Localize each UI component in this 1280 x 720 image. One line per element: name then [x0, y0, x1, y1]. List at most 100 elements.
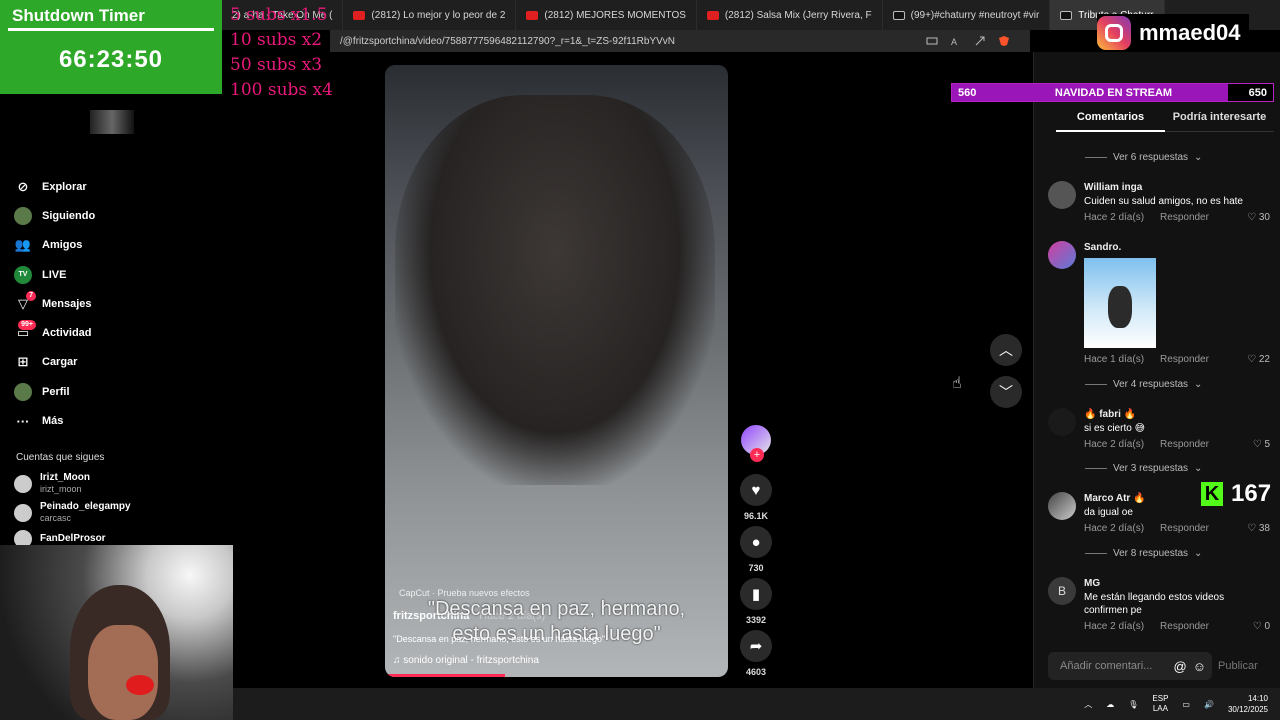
- following-account[interactable]: Irizt_Moon irizt_moon: [14, 472, 90, 495]
- youtube-icon: [353, 10, 366, 20]
- taskbar-clock[interactable]: 14:10 30/12/2025: [1228, 693, 1268, 715]
- notification-badge: 7: [26, 290, 36, 301]
- creator-avatar[interactable]: +: [741, 425, 771, 462]
- clock-time: 14:10: [1247, 694, 1268, 703]
- comment-item: B MG Me están llegando estos videos conf…: [1048, 577, 1270, 632]
- browser-tab[interactable]: (2812) MEJORES MOMENTOS: [516, 0, 697, 30]
- share-button[interactable]: ➦: [740, 630, 772, 662]
- sidebar-item-label: Más: [42, 415, 64, 428]
- svg-text:A: A: [951, 37, 957, 47]
- sidebar-item-cargar[interactable]: ⊞ Cargar: [14, 348, 204, 377]
- tab-title: (2812) MEJORES MOMENTOS: [544, 9, 686, 21]
- video-player[interactable]: CapCut · Prueba nuevos efectos fritzspor…: [385, 65, 728, 677]
- previous-video-button[interactable]: ︿: [990, 334, 1022, 366]
- sidebar-nav: ⊘ Explorar Siguiendo 👥 Amigos TV LIVE ▽ 7 Men…: [14, 172, 204, 436]
- following-avatar-icon: [14, 206, 32, 225]
- following-account[interactable]: Peinado_elegampy carcasc: [14, 501, 131, 524]
- video-sound[interactable]: ♫ sonido original - fritzsportchina: [393, 655, 539, 666]
- avatar[interactable]: [1048, 408, 1076, 436]
- comment-like-count: 5: [1264, 439, 1270, 450]
- like-button[interactable]: ♥: [740, 474, 772, 506]
- browser-tab[interactable]: (2812) Lo mejor y lo peor de 2: [343, 0, 517, 30]
- microphone-icon[interactable]: 🎙: [1128, 700, 1138, 709]
- reply-button[interactable]: Responder: [1160, 523, 1209, 534]
- emoji-icon[interactable]: ☺: [1193, 659, 1206, 674]
- subs-tier: 50 subs x3: [230, 55, 323, 75]
- view-replies-button[interactable]: Ver 3 respuestas ⌄: [1085, 463, 1202, 474]
- streamer-face: [88, 625, 158, 720]
- translate-icon[interactable]: A: [950, 35, 962, 47]
- avatar[interactable]: [1048, 241, 1076, 269]
- sidebar-item-mas[interactable]: ··· Más: [14, 406, 204, 435]
- sidebar-item-mensajes[interactable]: ▽ 7 Mensajes: [14, 289, 204, 318]
- comment-button[interactable]: ●: [740, 526, 772, 558]
- view-replies-button[interactable]: Ver 4 respuestas ⌄: [1085, 379, 1202, 390]
- comment-author[interactable]: Sandro.: [1084, 241, 1270, 254]
- follow-plus-icon[interactable]: +: [750, 448, 764, 462]
- extension-icon[interactable]: [926, 35, 938, 47]
- timer-countdown: 66:23:50: [58, 46, 164, 73]
- profile-banner-image: [90, 110, 134, 134]
- bookmark-icon: ▮: [751, 586, 761, 603]
- comment-author[interactable]: 🔥 fabri 🔥: [1084, 408, 1270, 421]
- share-icon[interactable]: [974, 35, 986, 47]
- shutdown-timer-overlay: Shutdown Timer 66:23:50: [0, 0, 222, 94]
- avatar: [14, 474, 32, 493]
- volume-icon[interactable]: 🔊: [1204, 700, 1214, 709]
- publish-button[interactable]: Publicar: [1218, 660, 1258, 672]
- comment-like-button[interactable]: ♡ 38: [1247, 523, 1270, 534]
- browser-tab[interactable]: (99+)#chaturry #neutroyt #vir: [883, 0, 1051, 30]
- chevron-down-icon: ⌄: [1194, 463, 1203, 474]
- reply-button[interactable]: Responder: [1160, 212, 1209, 223]
- address-bar[interactable]: /@fritzsportchina/video/7588777596482112…: [330, 30, 1030, 52]
- lang-layout: LAA: [1152, 704, 1168, 713]
- reply-button[interactable]: Responder: [1160, 621, 1209, 632]
- add-comment-input[interactable]: Añadir comentari... @ ☺: [1048, 652, 1212, 680]
- comment-like-button[interactable]: ♡ 0: [1253, 621, 1270, 632]
- tab-comentarios[interactable]: Comentarios: [1056, 111, 1165, 132]
- comment-author[interactable]: MG: [1084, 577, 1270, 590]
- comment-like-button[interactable]: ♡ 30: [1247, 212, 1270, 223]
- comment-like-button[interactable]: ♡ 5: [1253, 439, 1270, 450]
- next-video-button[interactable]: ﹀: [990, 376, 1022, 408]
- network-icon[interactable]: ▭: [1182, 700, 1190, 709]
- tab-title: (99+)#chaturry #neutroyt #vir: [910, 9, 1040, 21]
- replies-label: Ver 4 respuestas: [1113, 379, 1189, 390]
- comment-like-button[interactable]: ♡ 22: [1247, 354, 1270, 365]
- sidebar-item-live[interactable]: TV LIVE: [14, 260, 204, 289]
- save-button[interactable]: ▮: [740, 578, 772, 610]
- tray-overflow-icon[interactable]: ︿: [1084, 699, 1092, 710]
- comment-author[interactable]: William inga: [1084, 181, 1270, 194]
- browser-tab[interactable]: (2812) Salsa Mix (Jerry Rivera, F: [697, 0, 883, 30]
- sidebar-item-perfil[interactable]: Perfil: [14, 377, 204, 406]
- comment-item: William inga Cuiden su salud amigos, no …: [1048, 181, 1270, 223]
- reply-button[interactable]: Responder: [1160, 439, 1209, 450]
- comment-text: Cuiden su salud amigos, no es hate: [1084, 196, 1243, 207]
- avatar[interactable]: B: [1048, 577, 1076, 605]
- avatar[interactable]: [1048, 181, 1076, 209]
- kick-logo-icon: K: [1201, 482, 1223, 506]
- sidebar-item-siguiendo[interactable]: Siguiendo: [14, 201, 204, 230]
- avatar: [14, 503, 32, 522]
- comment-icon: ●: [751, 533, 761, 551]
- avatar[interactable]: [1048, 492, 1076, 520]
- reply-button[interactable]: Responder: [1160, 354, 1209, 365]
- sidebar-item-explorar[interactable]: ⊘ Explorar: [14, 172, 204, 201]
- language-indicator[interactable]: ESP LAA: [1152, 694, 1168, 714]
- sound-name: sonido original - fritzsportchina: [403, 655, 539, 666]
- video-progress-bar[interactable]: [385, 674, 506, 677]
- onedrive-icon[interactable]: ☁: [1106, 700, 1114, 709]
- comment-time: Hace 1 día(s): [1084, 354, 1145, 365]
- brave-shield-icon[interactable]: [998, 35, 1010, 47]
- sidebar-item-actividad[interactable]: ▭ 99+ Actividad: [14, 318, 204, 347]
- mention-icon[interactable]: @: [1174, 659, 1187, 674]
- comment-sticker-image[interactable]: [1084, 258, 1156, 348]
- tiktok-icon: [1060, 10, 1073, 20]
- view-replies-button[interactable]: Ver 8 respuestas ⌄: [1085, 548, 1202, 559]
- view-replies-button[interactable]: Ver 6 respuestas ⌄: [1085, 152, 1202, 163]
- goal-label: NAVIDAD EN STREAM: [1054, 86, 1173, 99]
- tab-podria-interesarte[interactable]: Podría interesarte: [1165, 111, 1274, 132]
- sidebar-item-amigos[interactable]: 👥 Amigos: [14, 231, 204, 260]
- share-arrow-icon: ➦: [749, 638, 763, 655]
- account-name: Irizt_Moon: [40, 472, 90, 483]
